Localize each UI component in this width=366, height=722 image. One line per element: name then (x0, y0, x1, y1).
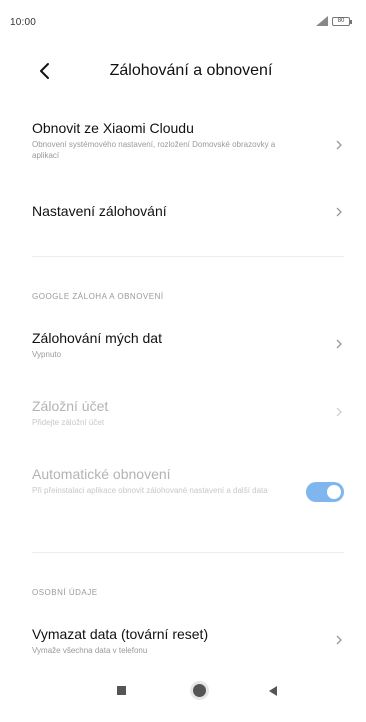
auto-restore-subtitle: Při přeinstalaci aplikace obnovit záloho… (32, 486, 268, 495)
restore-cloud-row[interactable]: Obnovit ze Xiaomi Cloudu Obnovení systém… (32, 120, 344, 172)
section-header-google: GOOGLE ZÁLOHA A OBNOVENÍ (32, 292, 164, 301)
divider (32, 552, 344, 553)
home-circle-icon[interactable] (193, 684, 206, 697)
factory-reset-subtitle: Vymaže všechna data v telefonu (32, 646, 148, 655)
recents-square-icon[interactable] (117, 686, 126, 695)
back-triangle-icon[interactable] (269, 686, 277, 696)
chevron-right-icon (336, 407, 342, 417)
backup-my-data-subtitle: Vypnuto (32, 350, 62, 359)
toggle-knob (327, 485, 341, 499)
backup-account-subtitle: Přidejte záložní účet (32, 418, 105, 427)
status-bar: 10:00 80 (0, 0, 366, 40)
nav-bar (0, 672, 366, 722)
factory-reset-row[interactable]: Vymazat data (tovární reset) Vymaže všec… (32, 626, 344, 666)
restore-cloud-subtitle: Obnovení systémového nastavení, rozložen… (32, 140, 276, 160)
chevron-right-icon (336, 207, 342, 217)
auto-restore-toggle[interactable] (306, 482, 344, 502)
auto-restore-row: Automatické obnovení Při přeinstalaci ap… (32, 466, 344, 518)
backup-settings-title: Nastavení zálohování (32, 203, 167, 219)
backup-settings-row[interactable]: Nastavení zálohování (32, 203, 344, 225)
restore-cloud-title: Obnovit ze Xiaomi Cloudu (32, 120, 194, 136)
signal-icon (316, 16, 328, 26)
auto-restore-title: Automatické obnovení (32, 466, 171, 482)
header: Zálohování a obnovení (0, 52, 366, 92)
backup-account-row: Záložní účet Přidejte záložní účet (32, 398, 344, 438)
backup-my-data-row[interactable]: Zálohování mých dat Vypnuto (32, 330, 344, 370)
chevron-right-icon (336, 635, 342, 645)
battery-icon: 80 (332, 16, 352, 26)
factory-reset-title: Vymazat data (tovární reset) (32, 626, 209, 642)
section-header-personal: OSOBNÍ ÚDAJE (32, 588, 98, 597)
status-icons: 80 (316, 16, 352, 26)
chevron-right-icon (336, 140, 342, 150)
divider (32, 256, 344, 257)
status-time: 10:00 (10, 17, 37, 28)
backup-account-title: Záložní účet (32, 398, 109, 414)
chevron-right-icon (336, 339, 342, 349)
backup-my-data-title: Zálohování mých dat (32, 330, 162, 346)
page-title: Zálohování a obnovení (109, 62, 273, 79)
